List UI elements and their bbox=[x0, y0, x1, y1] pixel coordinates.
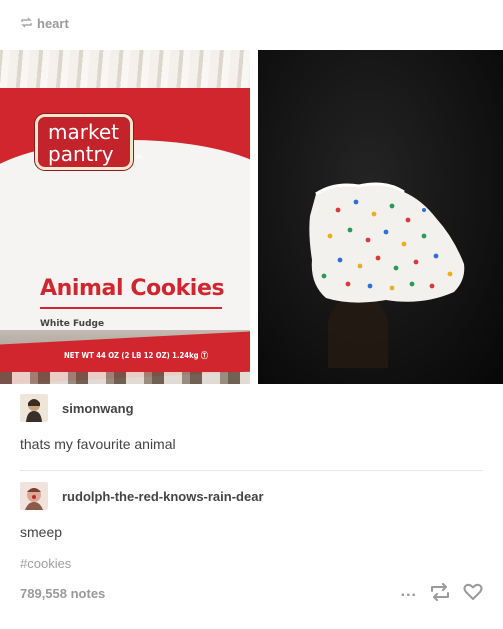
photo-sheep-cookie[interactable] bbox=[258, 50, 503, 384]
net-weight-text: NET WT 44 OZ (2 LB 12 OZ) 1.24kg bbox=[64, 351, 199, 360]
post-actions: ... bbox=[401, 583, 483, 601]
comment-username[interactable]: simonwang bbox=[62, 401, 134, 416]
avatar[interactable] bbox=[20, 482, 48, 510]
product-name: Animal Cookies bbox=[40, 276, 225, 301]
sheep-cookie bbox=[304, 180, 468, 310]
comment-2: rudolph-the-red-knows-rain-dear smeep bbox=[20, 482, 264, 540]
net-weight: NET WT 44 OZ (2 LB 12 OZ) 1.24kg Ⓣ bbox=[64, 350, 208, 361]
kosher-dairy-icon: Ⓣ bbox=[201, 351, 208, 360]
comment-divider bbox=[20, 470, 483, 471]
post-tag[interactable]: #cookies bbox=[20, 556, 71, 571]
reblog-header[interactable]: heart bbox=[20, 12, 69, 34]
comment-username[interactable]: rudolph-the-red-knows-rain-dear bbox=[62, 489, 264, 504]
reblog-icon[interactable] bbox=[429, 583, 451, 601]
heart-icon[interactable] bbox=[463, 583, 483, 601]
product-rule bbox=[40, 307, 222, 309]
tub-lid bbox=[0, 50, 250, 88]
comment-text: thats my favourite animal bbox=[20, 436, 176, 452]
brand-line-1: market bbox=[48, 120, 119, 144]
brand-logo: market pantry TM bbox=[35, 114, 142, 170]
comment-1: simonwang thats my favourite animal bbox=[20, 394, 176, 452]
avatar[interactable] bbox=[20, 394, 48, 422]
notes-count[interactable]: 789,558 notes bbox=[20, 586, 105, 601]
brand-line-2: pantry bbox=[48, 142, 114, 166]
comment-text: smeep bbox=[20, 524, 63, 540]
more-options-button[interactable]: ... bbox=[401, 584, 417, 600]
photo-cookie-tub[interactable]: market pantry TM Animal Cookies White Fu… bbox=[0, 50, 250, 384]
product-flavor: White Fudge bbox=[40, 319, 105, 329]
trademark-mark: TM bbox=[134, 155, 142, 161]
tub-bottom-cookies bbox=[0, 372, 250, 384]
reblog-source-name[interactable]: heart bbox=[37, 16, 69, 31]
photoset: market pantry TM Animal Cookies White Fu… bbox=[0, 50, 503, 384]
reblog-small-icon bbox=[20, 16, 33, 31]
